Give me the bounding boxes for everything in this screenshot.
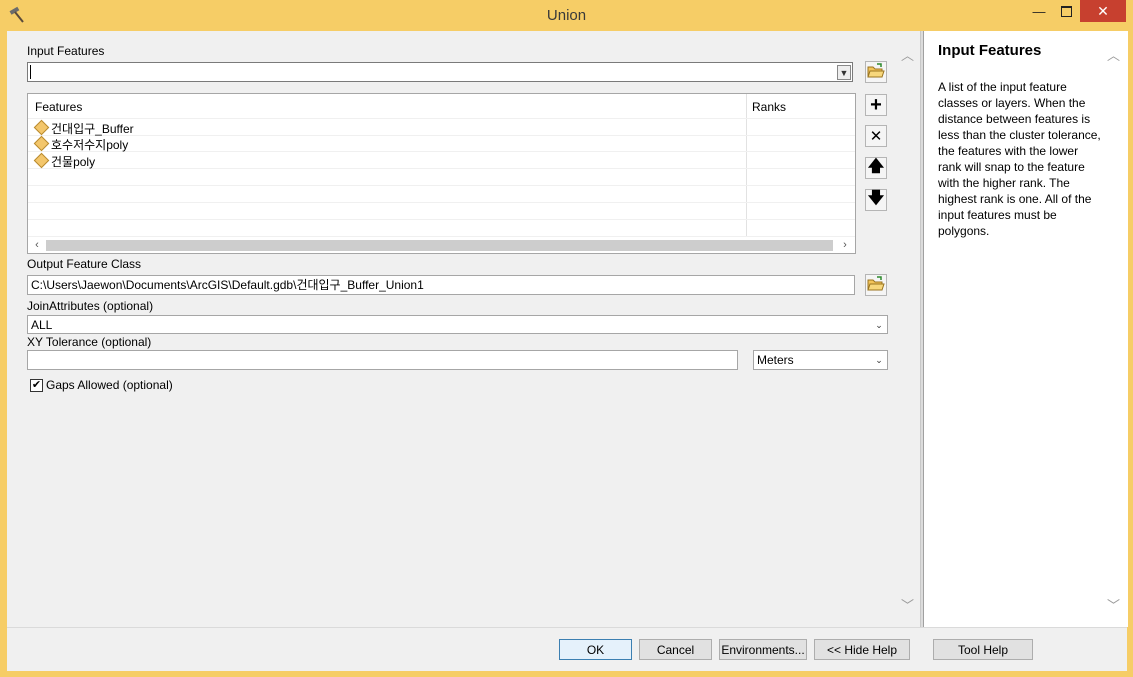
- unit-value: Meters: [757, 353, 794, 367]
- join-attributes-select[interactable]: ALL ⌄: [27, 315, 888, 334]
- arrow-down-icon: 🡇: [867, 189, 885, 207]
- parameters-panel: Input Features ▼ Features Ranks 건대입구_Buf…: [7, 31, 920, 627]
- text-cursor: [30, 65, 31, 79]
- open-folder-icon: [867, 275, 885, 295]
- gaps-allowed-label: Gaps Allowed (optional): [46, 378, 173, 392]
- plus-icon: +: [870, 94, 882, 116]
- ranks-column-header: Ranks: [752, 100, 787, 114]
- help-text: A list of the input feature classes or l…: [938, 80, 1101, 238]
- maximize-icon: [1060, 5, 1072, 17]
- move-down-button[interactable]: 🡇: [865, 189, 887, 211]
- input-features-list[interactable]: Features Ranks 건대입구_Buffer 호수저수지poly 건물p…: [27, 93, 856, 254]
- open-folder-icon: [867, 62, 885, 82]
- xy-tolerance-unit-select[interactable]: Meters ⌄: [753, 350, 888, 370]
- union-tool-window: Union — ✕ Input Features ▼ Features Rank…: [0, 0, 1133, 677]
- remove-feature-button[interactable]: ✕: [865, 125, 887, 147]
- chevron-down-icon[interactable]: ⌄: [872, 317, 886, 333]
- polygon-layer-icon: [33, 119, 50, 136]
- add-feature-button[interactable]: +: [865, 94, 887, 116]
- join-attributes-label: JoinAttributes (optional): [27, 299, 154, 313]
- xy-tolerance-input[interactable]: [27, 350, 738, 370]
- scroll-up-icon[interactable]: ︿: [901, 45, 914, 64]
- cancel-button[interactable]: Cancel: [639, 639, 712, 660]
- hide-help-button[interactable]: << Hide Help: [814, 639, 910, 660]
- window-title: Union: [546, 7, 587, 24]
- minimize-button[interactable]: —: [1026, 0, 1052, 22]
- input-features-label: Input Features: [27, 44, 105, 58]
- scrollbar-thumb[interactable]: [46, 240, 833, 251]
- output-feature-class-input[interactable]: C:\Users\Jaewon\Documents\ArcGIS\Default…: [27, 275, 855, 295]
- feature-name: 호수저수지poly: [51, 138, 129, 152]
- chevron-down-icon[interactable]: ▼: [837, 65, 851, 80]
- arrow-up-icon: 🡅: [867, 157, 885, 175]
- list-item[interactable]: 건물poly: [28, 152, 855, 169]
- chevron-right-icon[interactable]: ›: [838, 238, 852, 252]
- help-panel: Input Features A list of the input featu…: [923, 31, 1128, 627]
- xy-tolerance-label: XY Tolerance (optional): [27, 335, 152, 349]
- help-scroll-down-icon[interactable]: ﹀: [1107, 595, 1120, 614]
- chevron-left-icon[interactable]: ‹: [30, 238, 44, 252]
- x-icon: ✕: [869, 128, 883, 145]
- browse-input-features-button[interactable]: [865, 61, 887, 83]
- button-bar: OK Cancel Environments... << Hide Help T…: [7, 627, 1127, 671]
- polygon-layer-icon: [33, 152, 50, 169]
- checkmark-icon: ✔: [31, 379, 42, 391]
- features-column-header: Features: [35, 100, 83, 114]
- ok-button[interactable]: OK: [559, 639, 632, 660]
- chevron-down-icon[interactable]: ⌄: [872, 352, 886, 368]
- gaps-allowed-checkbox[interactable]: ✔: [30, 379, 43, 392]
- scroll-down-icon[interactable]: ﹀: [901, 595, 914, 614]
- input-features-combobox[interactable]: ▼: [27, 62, 853, 82]
- environments-button[interactable]: Environments...: [719, 639, 807, 660]
- polygon-layer-icon: [33, 135, 50, 152]
- maximize-button[interactable]: [1052, 0, 1080, 22]
- feature-name: 건물poly: [51, 155, 96, 169]
- close-icon: ✕: [1097, 2, 1109, 19]
- move-up-button[interactable]: 🡅: [865, 157, 887, 179]
- empty-row: [28, 169, 855, 186]
- dialog-client-area: Input Features ▼ Features Ranks 건대입구_Buf…: [7, 31, 1128, 671]
- help-title: Input Features: [938, 42, 1042, 59]
- minimize-icon: —: [1032, 3, 1046, 19]
- help-scroll-up-icon[interactable]: ︿: [1107, 45, 1120, 64]
- list-item[interactable]: 건대입구_Buffer: [28, 118, 855, 136]
- output-feature-class-label: Output Feature Class: [27, 257, 142, 271]
- list-item[interactable]: 호수저수지poly: [28, 135, 855, 152]
- empty-row: [28, 186, 855, 203]
- horizontal-scrollbar[interactable]: ‹ ›: [28, 237, 855, 253]
- browse-output-button[interactable]: [865, 274, 887, 296]
- join-attributes-value: ALL: [31, 318, 53, 332]
- title-bar[interactable]: Union — ✕: [0, 0, 1133, 30]
- empty-row: [28, 203, 855, 220]
- close-button[interactable]: ✕: [1080, 0, 1126, 22]
- empty-row: [28, 220, 855, 237]
- tool-help-button[interactable]: Tool Help: [933, 639, 1033, 660]
